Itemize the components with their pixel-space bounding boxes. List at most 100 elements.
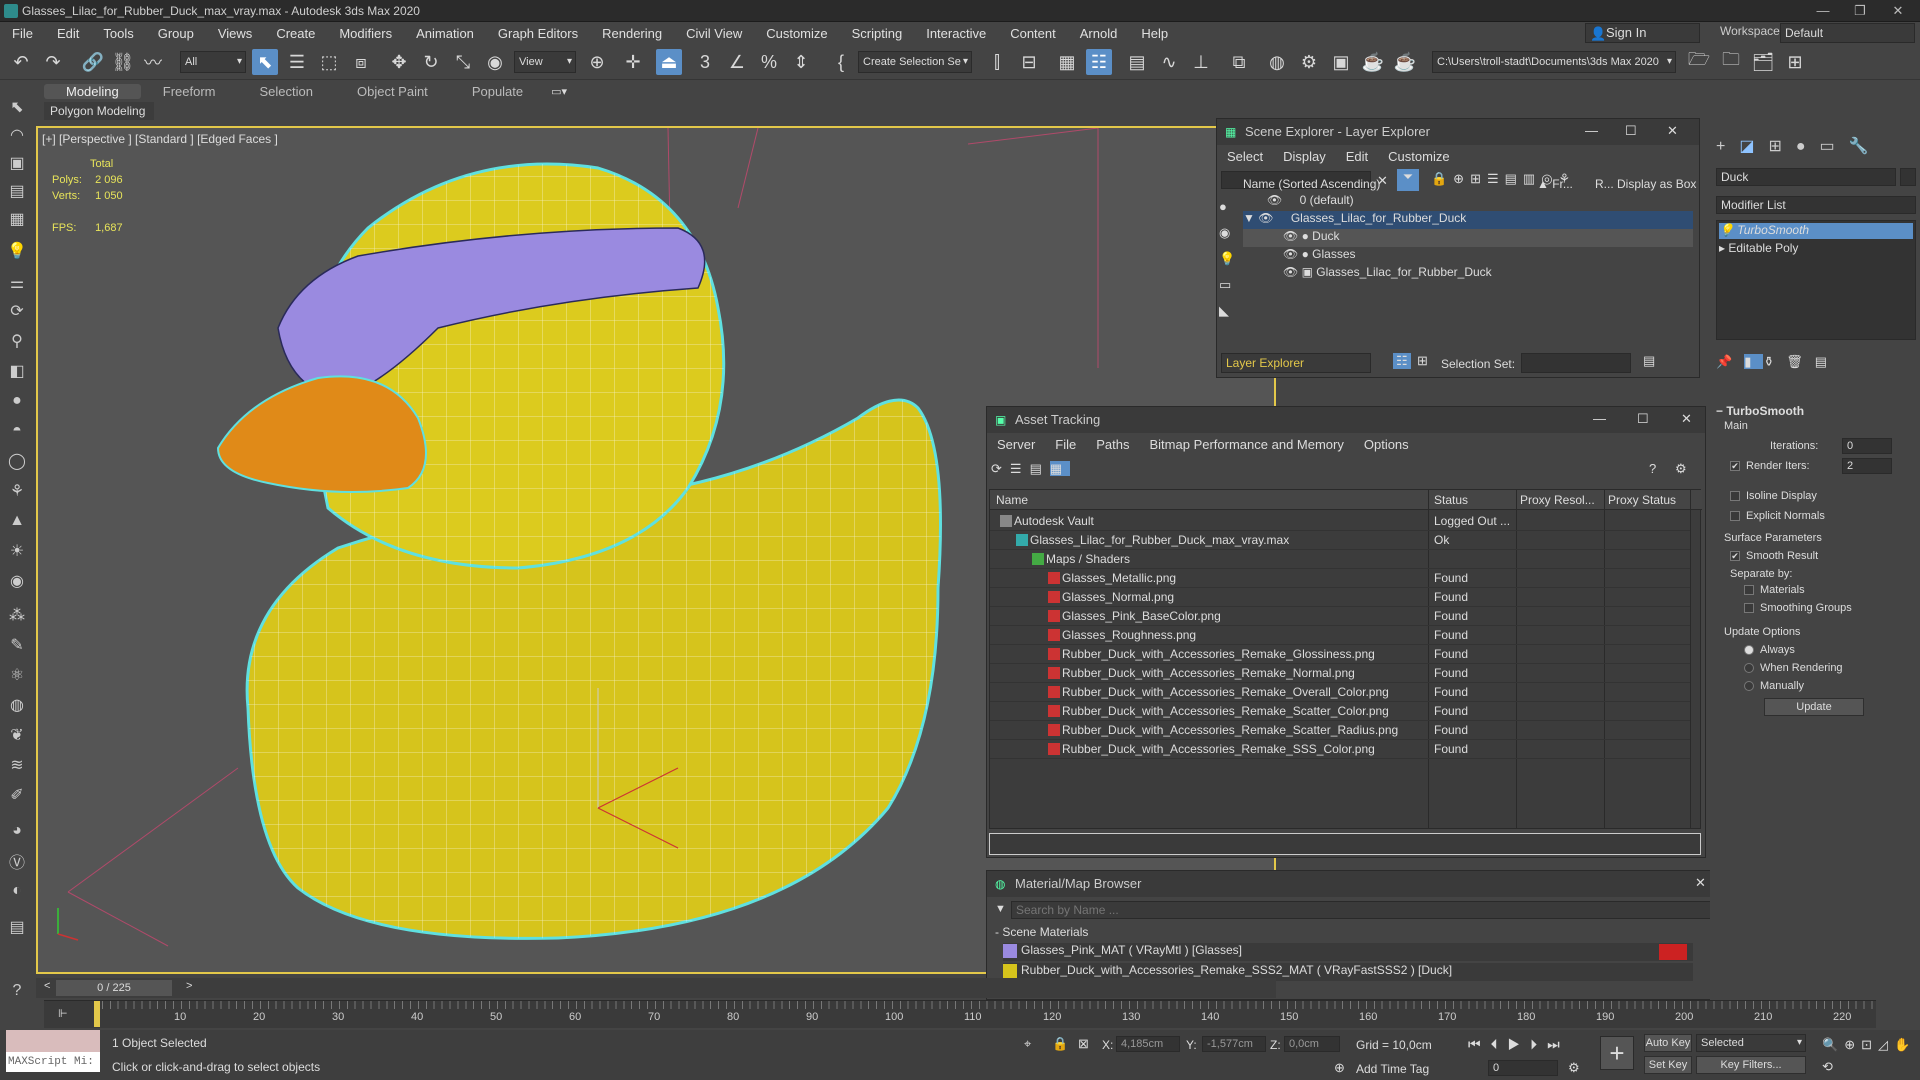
table-view-icon[interactable]: ▦ — [1049, 461, 1071, 476]
brush-icon[interactable]: ✐ — [4, 782, 30, 808]
thumbnail-icon[interactable]: ▤ — [1030, 461, 1050, 476]
spray-icon[interactable]: ⚘ — [4, 478, 30, 504]
remove-modifier-icon[interactable]: 🗑 — [1786, 354, 1815, 369]
rectangular-selection-icon[interactable]: ⬚ — [316, 49, 342, 75]
curve-editor-icon[interactable]: ∿ — [1156, 49, 1182, 75]
absolute-mode-icon[interactable]: ⊠ — [1078, 1036, 1089, 1052]
close-icon[interactable]: ✕ — [1681, 411, 1692, 427]
material-search-input[interactable] — [1011, 901, 1711, 919]
tab-object-paint[interactable]: Object Paint — [335, 84, 450, 99]
isolate-selection-icon[interactable]: ⌖ — [1024, 1036, 1031, 1052]
zoom-all-icon[interactable]: ⊕ — [1844, 1037, 1861, 1052]
light-bulb-icon[interactable]: 💡 — [1719, 223, 1734, 237]
auto-key-button[interactable]: Auto Key — [1644, 1034, 1692, 1052]
render-icon[interactable]: ◐ — [4, 878, 30, 904]
select-manipulate-icon[interactable]: ✛ — [620, 49, 646, 75]
time-slider[interactable]: < 0 / 225 > — [36, 978, 1276, 998]
selection-lock-icon[interactable]: 🔒 — [1052, 1036, 1068, 1052]
menu-arnold[interactable]: Arnold — [1068, 26, 1130, 41]
reference-coord-dropdown[interactable]: View — [514, 51, 576, 73]
atom-icon[interactable]: ⚛ — [4, 662, 30, 688]
next-key-icon[interactable]: ⏵ — [1530, 1036, 1547, 1052]
modifier-list-dropdown[interactable]: Modifier List — [1716, 196, 1916, 214]
globe-icon[interactable]: ◍ — [4, 692, 30, 718]
modify-tab-icon[interactable]: ◪ — [1739, 138, 1768, 155]
paint-icon[interactable]: ✎ — [4, 632, 30, 658]
rendered-frame-window-icon[interactable]: ▣ — [1328, 49, 1354, 75]
maxscript-listener[interactable] — [6, 1030, 100, 1052]
menu-modifiers[interactable]: Modifiers — [327, 26, 404, 41]
se-menu-edit[interactable]: Edit — [1336, 149, 1378, 164]
eye-icon[interactable]: 👁 — [1267, 193, 1282, 207]
vray-icon[interactable]: Ⓥ — [4, 848, 30, 874]
asset-row[interactable]: Glasses_Metallic.png Found — [990, 569, 1690, 588]
keyboard-shortcut-override-icon[interactable]: ⏏ — [656, 49, 682, 75]
minimize-icon[interactable]: — — [1585, 123, 1598, 138]
leaf-icon[interactable]: ❦ — [4, 722, 30, 748]
menu-civil-view[interactable]: Civil View — [674, 26, 754, 41]
scene-materials-section[interactable]: - Scene Materials — [995, 925, 1088, 939]
when-rendering-radio[interactable] — [1744, 663, 1754, 674]
ribbon-options-icon[interactable]: ▭▾ — [551, 85, 567, 98]
select-tool-icon[interactable]: ⬉ — [4, 94, 30, 120]
menu-file[interactable]: File — [0, 26, 45, 41]
set-key-button[interactable]: Set Key — [1644, 1056, 1692, 1074]
document-icon[interactable]: ▤ — [4, 914, 30, 940]
render-production-icon[interactable]: ☕ — [1360, 49, 1386, 75]
move-icon[interactable]: ✥ — [386, 49, 412, 75]
edit-named-selection-icon[interactable]: { — [828, 49, 854, 75]
display-tab-icon[interactable]: ▭ — [1820, 138, 1849, 155]
se-row-default-layer[interactable]: 👁 0 (default) — [1243, 193, 1693, 211]
current-frame-field[interactable]: 0 — [1488, 1060, 1558, 1076]
restore-button[interactable]: ❐ — [1842, 2, 1878, 20]
rotate-icon[interactable]: ↻ — [418, 49, 444, 75]
asset-row[interactable]: Rubber_Duck_with_Accessories_Remake_Scat… — [990, 721, 1690, 740]
play-icon[interactable]: ▶ — [1508, 1036, 1531, 1052]
stack-item-turbosmooth[interactable]: 💡 TurboSmooth — [1719, 223, 1913, 239]
time-config-icon[interactable]: ⚙ — [1568, 1060, 1580, 1076]
tab-modeling[interactable]: Modeling — [44, 83, 141, 99]
at-menu-bitmap[interactable]: Bitmap Performance and Memory — [1140, 437, 1354, 452]
at-menu-options[interactable]: Options — [1354, 437, 1419, 452]
explicit-normals-checkbox[interactable] — [1730, 511, 1740, 522]
viewport-icon[interactable]: ▣ — [4, 150, 30, 176]
material-editor-icon[interactable]: ◍ — [1264, 49, 1290, 75]
helpers-icon[interactable]: ⚌ — [4, 270, 30, 296]
object-name-input[interactable] — [1716, 168, 1896, 186]
sphere-icon[interactable]: ● — [4, 388, 30, 414]
always-row[interactable]: Always — [1744, 644, 1795, 656]
pivot-icon[interactable]: ⊕ — [584, 49, 610, 75]
se-camera-icon[interactable]: ▭ — [1219, 277, 1239, 303]
se-light-icon[interactable]: 💡 — [1219, 251, 1239, 277]
materials-checkbox[interactable] — [1744, 585, 1754, 596]
refresh-icon[interactable]: ⟳ — [991, 461, 1010, 476]
disc-icon[interactable]: ◉ — [4, 568, 30, 594]
hierarchy-tab-icon[interactable]: ⊞ — [1768, 138, 1795, 155]
prev-frame-icon[interactable]: < — [44, 980, 50, 992]
redo-icon[interactable]: ↷ — [40, 49, 66, 75]
dope-sheet-icon[interactable]: ⊥ — [1188, 49, 1214, 75]
close-icon[interactable]: ✕ — [1667, 123, 1678, 139]
key-mode-dropdown[interactable]: Selected — [1696, 1034, 1806, 1052]
current-frame-marker[interactable] — [94, 1001, 100, 1027]
polygon-modeling-panel[interactable]: Polygon Modeling — [44, 102, 154, 120]
particles-icon[interactable]: ⁂ — [4, 602, 30, 628]
configure-sets-icon[interactable]: ▤ — [1815, 354, 1839, 369]
viewport-label[interactable]: [+] [Perspective ] [Standard ] [Edged Fa… — [42, 132, 278, 146]
asset-row[interactable]: Maps / Shaders — [990, 550, 1690, 569]
se-col-box[interactable]: Display as Box — [1617, 177, 1696, 191]
walk-icon[interactable]: ⚲ — [4, 328, 30, 354]
se-col-name[interactable]: Name (Sorted Ascending) — [1243, 177, 1380, 191]
select-object-icon[interactable]: ⬉ — [252, 49, 278, 75]
close-icon[interactable]: ✕ — [1695, 875, 1706, 891]
se-row-group[interactable]: 👁 ▣ Glasses_Lilac_for_Rubber_Duck — [1243, 265, 1693, 283]
se-geometry-icon[interactable]: ● — [1219, 199, 1239, 225]
project-path-dropdown[interactable]: C:\Users\troll-stadt\Documents\3ds Max 2… — [1432, 51, 1676, 73]
se-row-duck[interactable]: 👁 ● Duck — [1243, 229, 1693, 247]
asset-row[interactable]: Rubber_Duck_with_Accessories_Remake_SSS_… — [990, 740, 1690, 759]
layout-icon[interactable]: ▤ — [4, 178, 30, 204]
asset-row[interactable]: Rubber_Duck_with_Accessories_Remake_Norm… — [990, 664, 1690, 683]
menu-rendering[interactable]: Rendering — [590, 26, 674, 41]
render-iters-spinner[interactable]: 2 — [1842, 458, 1892, 474]
create-project-icon[interactable]: 🗂 — [1750, 49, 1776, 75]
